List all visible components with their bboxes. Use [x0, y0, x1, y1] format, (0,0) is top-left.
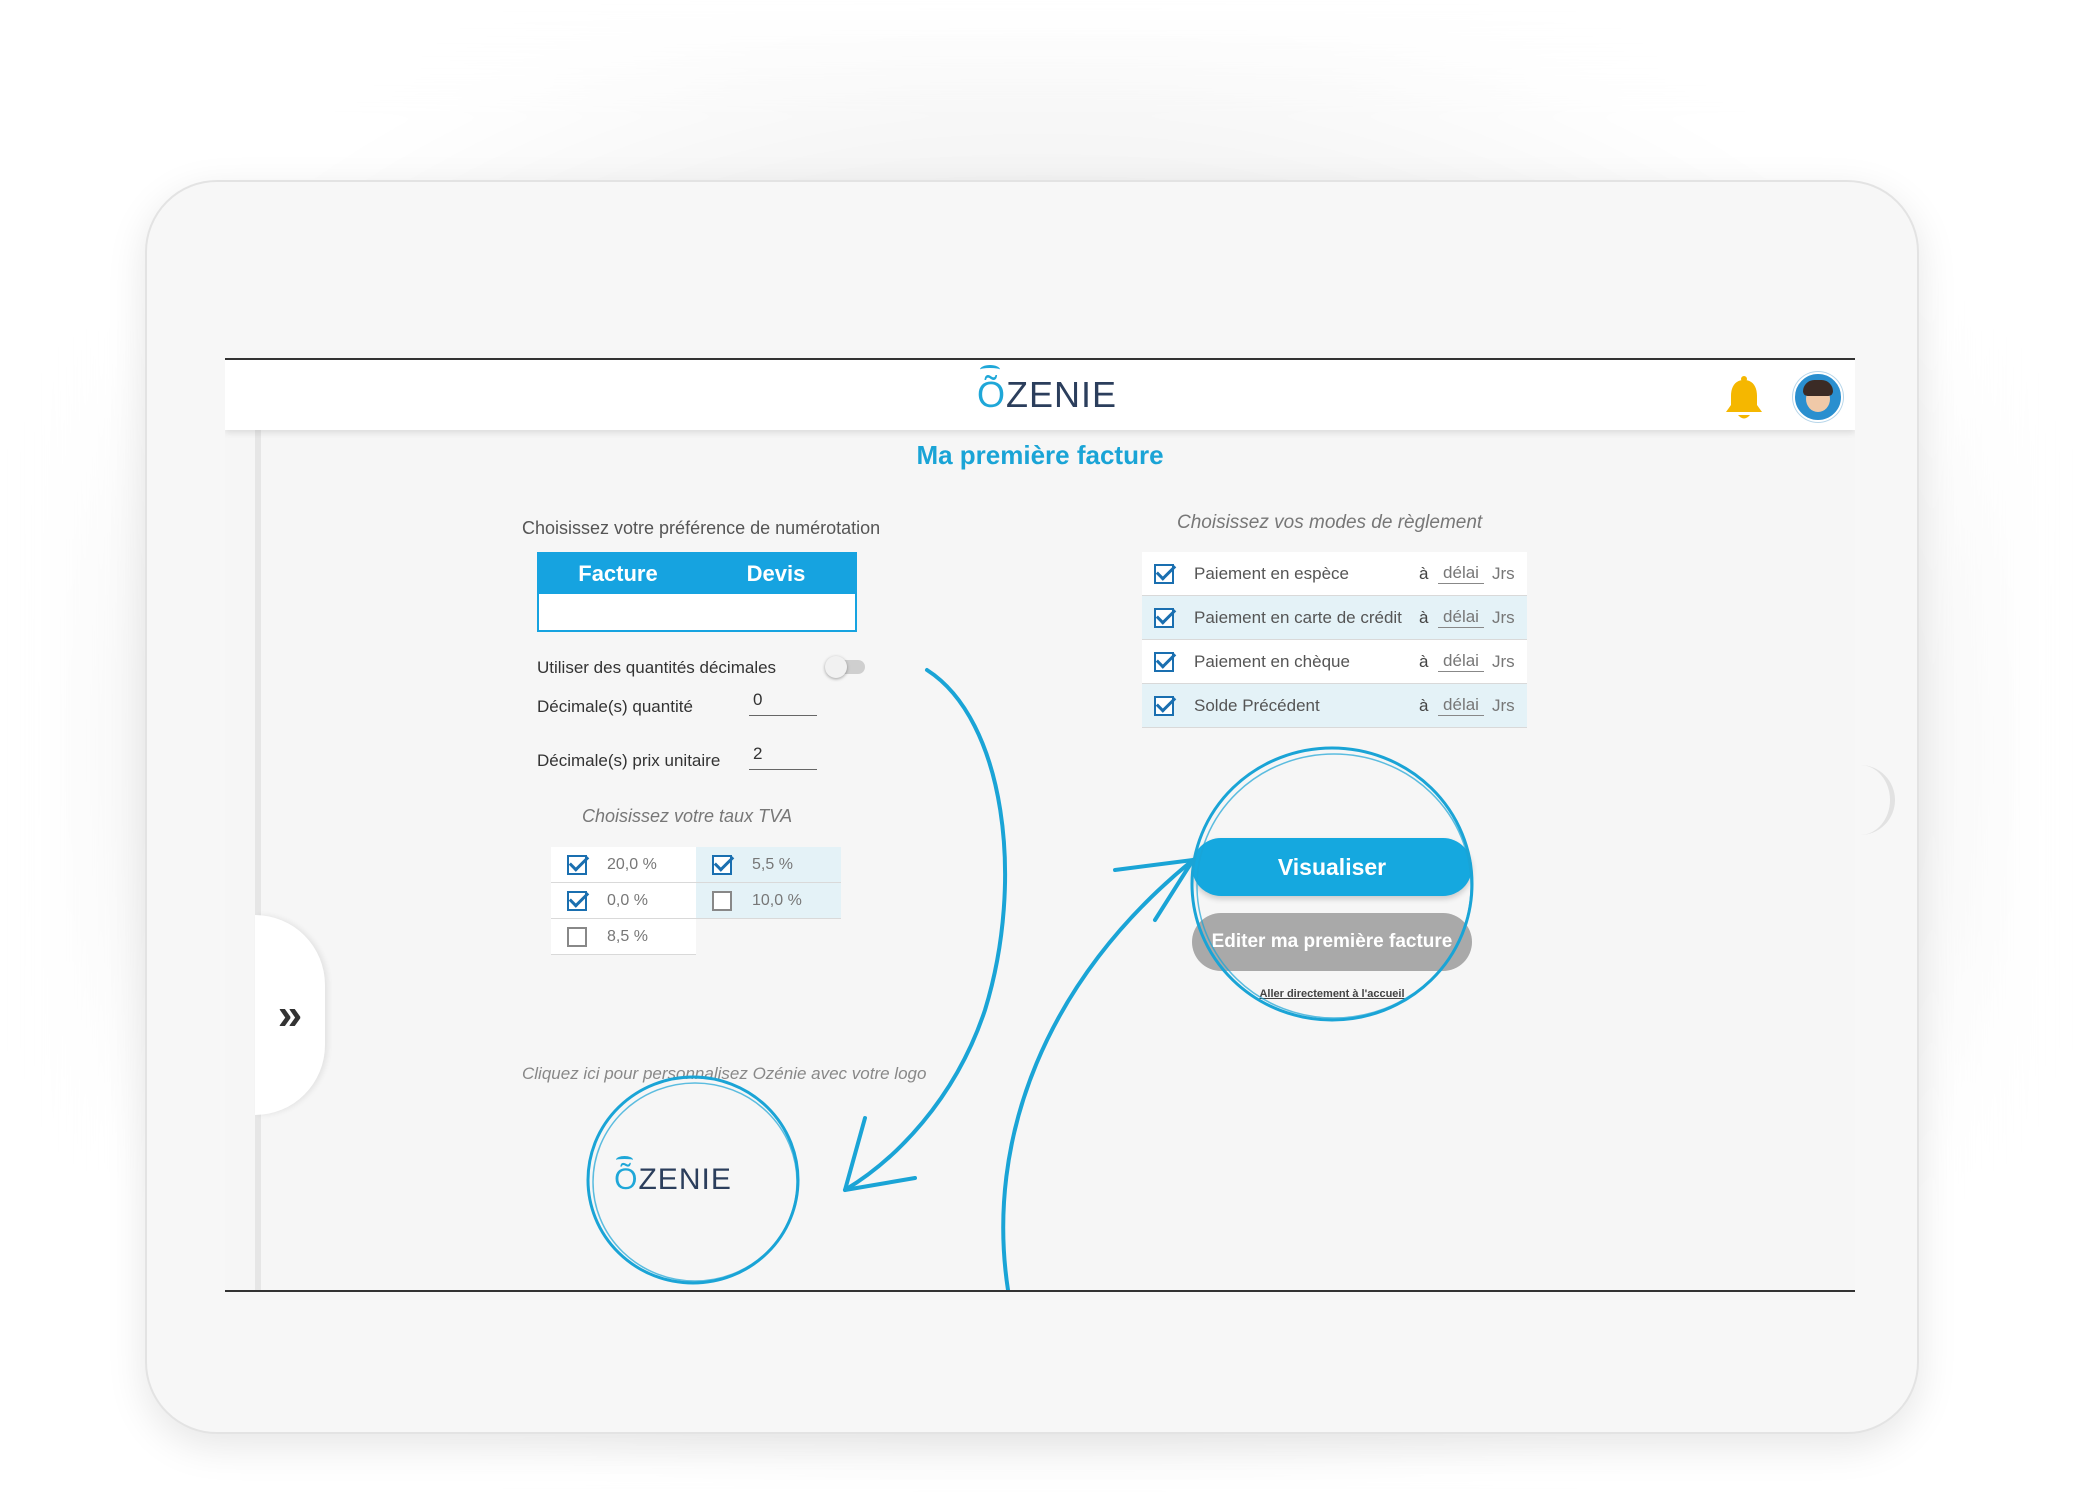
arrow-to-preview — [1001, 858, 1195, 1290]
annotation-overlay — [586, 668, 1474, 1290]
highlight-circle-preview-inner — [1196, 753, 1472, 1019]
arrowhead-logo — [843, 1116, 917, 1192]
brand-logo[interactable]: Õ ZENIE — [967, 365, 1127, 420]
brand-initial: Õ — [976, 365, 1006, 415]
highlight-circle-logo-inner — [592, 1082, 798, 1282]
top-bar: Õ ZENIE — [225, 360, 1855, 430]
app-screen: Õ ZENIE » Ma première facture Choisissez … — [225, 358, 1855, 1292]
user-avatar[interactable] — [1793, 372, 1843, 422]
avatar-hair — [1803, 380, 1833, 396]
brand-name: ZENIE — [1006, 374, 1118, 415]
bell-icon[interactable] — [1720, 374, 1768, 424]
arrow-to-logo — [843, 668, 1008, 1192]
